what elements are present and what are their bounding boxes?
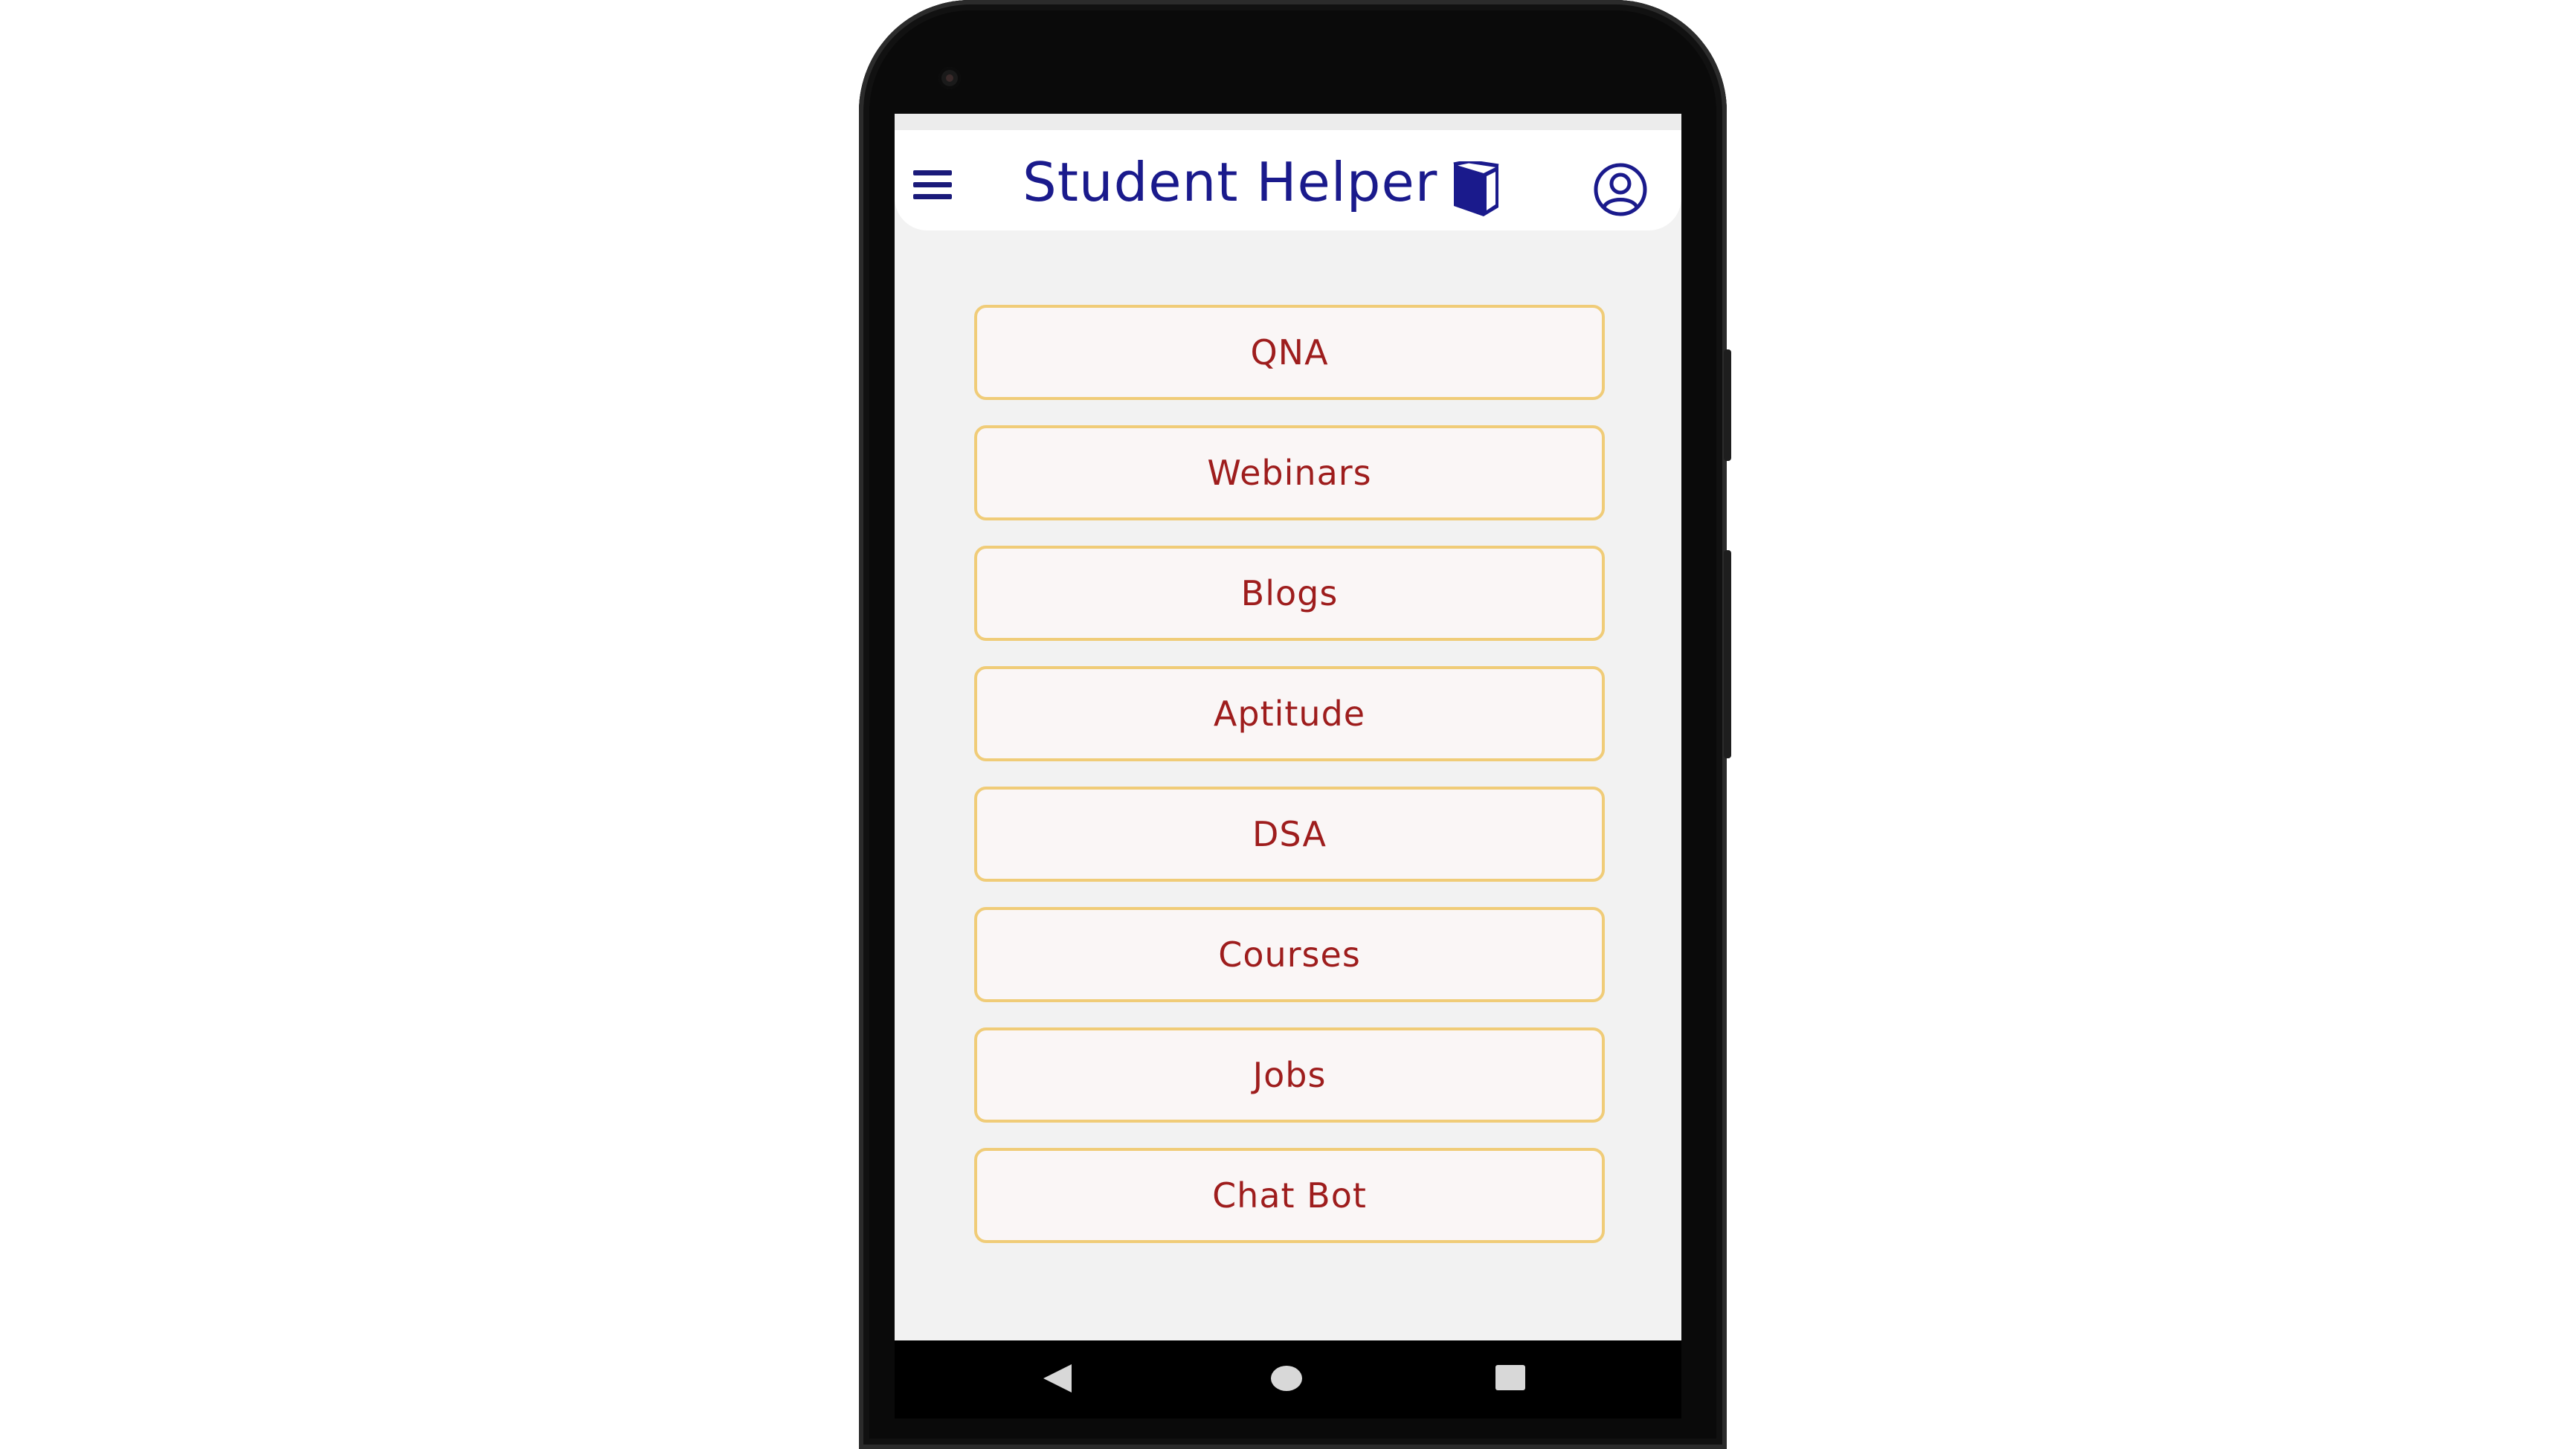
- power-button: [1724, 349, 1731, 461]
- blogs-button[interactable]: Blogs: [974, 546, 1605, 641]
- webinars-button[interactable]: Webinars: [974, 425, 1605, 520]
- front-camera: [938, 67, 961, 89]
- jobs-button[interactable]: Jobs: [974, 1027, 1605, 1123]
- stage: Student Helper QNA Webinars Blogs Aptitu…: [0, 0, 2576, 1449]
- square-recents-icon[interactable]: [1495, 1365, 1525, 1390]
- app-title: Student Helper: [1023, 151, 1438, 213]
- navigation-bar: [895, 1340, 1681, 1419]
- menu-list: QNA Webinars Blogs Aptitude DSA Courses …: [974, 305, 1605, 1268]
- triangle-back-icon[interactable]: [1043, 1364, 1072, 1392]
- hamburger-menu-icon[interactable]: [913, 170, 952, 200]
- dsa-button[interactable]: DSA: [974, 787, 1605, 882]
- app-bar: Student Helper: [895, 130, 1681, 230]
- phone-screen: Student Helper QNA Webinars Blogs Aptitu…: [895, 114, 1681, 1340]
- book-icon: [1453, 161, 1499, 216]
- circle-home-icon[interactable]: [1271, 1366, 1302, 1391]
- aptitude-button[interactable]: Aptitude: [974, 666, 1605, 761]
- volume-button: [1724, 550, 1731, 758]
- status-bar: [895, 114, 1681, 130]
- user-circle-icon[interactable]: [1592, 161, 1649, 218]
- courses-button[interactable]: Courses: [974, 907, 1605, 1002]
- qna-button[interactable]: QNA: [974, 305, 1605, 400]
- chat-bot-button[interactable]: Chat Bot: [974, 1148, 1605, 1243]
